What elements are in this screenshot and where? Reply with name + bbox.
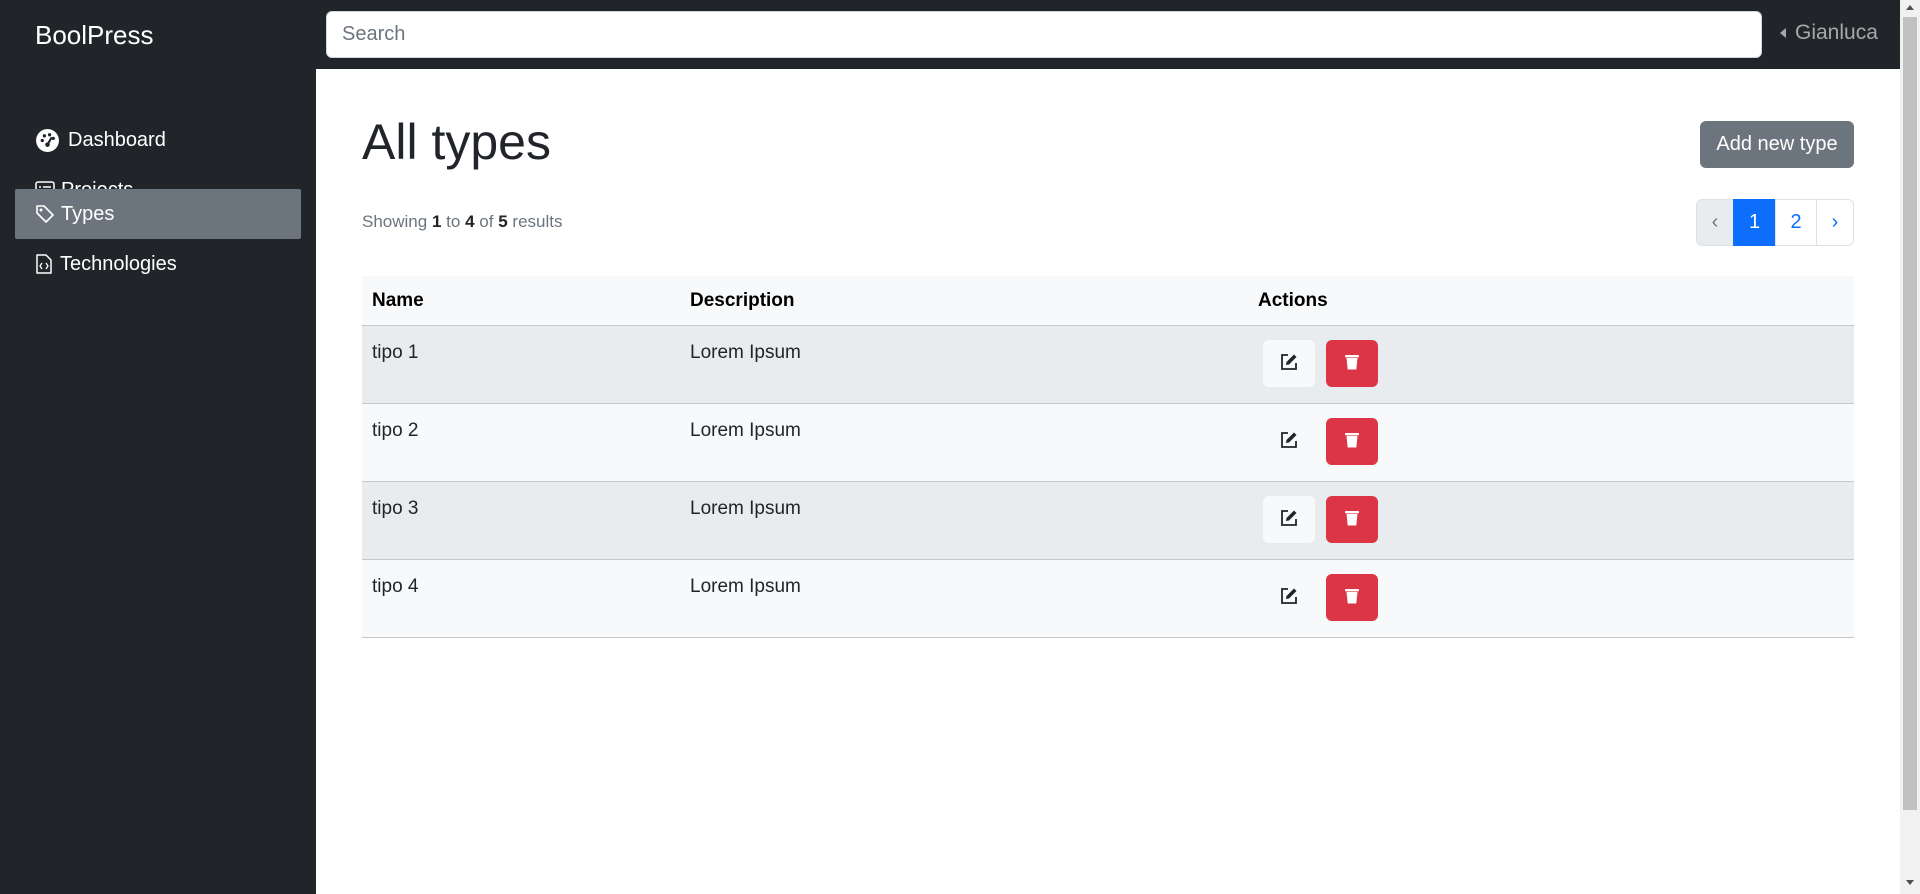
trash-icon (1345, 588, 1359, 607)
table-row: tipo 3 Lorem Ipsum (362, 482, 1854, 560)
table-row: tipo 4 Lorem Ipsum (362, 560, 1854, 638)
page-title: All types (362, 114, 551, 170)
edit-icon (1280, 509, 1298, 530)
table-row: tipo 2 Lorem Ipsum (362, 404, 1854, 482)
edit-button[interactable] (1263, 418, 1315, 465)
edit-icon (1280, 587, 1298, 608)
sidebar: Dashboard Projects Types Technologies (0, 69, 316, 894)
pagination: ‹ 1 2 › (1696, 199, 1854, 246)
edit-icon (1280, 353, 1298, 374)
type-description: Lorem Ipsum (690, 342, 801, 363)
table-row: tipo 1 Lorem Ipsum (362, 326, 1854, 404)
column-header-description: Description (690, 290, 795, 311)
edit-button[interactable] (1263, 340, 1315, 387)
delete-button[interactable] (1326, 574, 1378, 621)
type-name: tipo 2 (372, 420, 419, 441)
scroll-down-arrow-icon[interactable] (1906, 880, 1914, 885)
sidebar-item-dashboard[interactable]: Dashboard (35, 115, 301, 165)
main-content: All types Add new type Showing 1 to 4 of… (316, 69, 1900, 894)
top-navbar: BoolPress Gianluca (0, 0, 1900, 69)
type-name: tipo 3 (372, 498, 419, 519)
type-description: Lorem Ipsum (690, 420, 801, 441)
vertical-scrollbar[interactable] (1900, 0, 1920, 894)
type-description: Lorem Ipsum (690, 576, 801, 597)
sidebar-item-label: Types (61, 202, 115, 225)
pagination-page-2[interactable]: 2 (1775, 199, 1817, 246)
user-dropdown[interactable]: Gianluca (1780, 21, 1878, 45)
user-name: Gianluca (1795, 21, 1878, 44)
sidebar-item-technologies[interactable]: Technologies (15, 239, 301, 289)
pagination-prev-button[interactable]: ‹ (1696, 199, 1734, 246)
caret-left-icon (1780, 28, 1786, 38)
results-summary: Showing 1 to 4 of 5 results (362, 212, 563, 231)
delete-button[interactable] (1326, 418, 1378, 465)
tag-icon (35, 204, 55, 224)
trash-icon (1345, 432, 1359, 451)
type-name: tipo 4 (372, 576, 419, 597)
pagination-next-button[interactable]: › (1816, 199, 1854, 246)
delete-button[interactable] (1326, 340, 1378, 387)
trash-icon (1345, 354, 1359, 373)
code-file-icon (36, 254, 52, 274)
delete-button[interactable] (1326, 496, 1378, 543)
edit-button[interactable] (1263, 496, 1315, 543)
scrollbar-thumb[interactable] (1903, 17, 1917, 810)
edit-button[interactable] (1263, 574, 1315, 621)
type-name: tipo 1 (372, 342, 419, 363)
edit-icon (1280, 431, 1298, 452)
trash-icon (1345, 510, 1359, 529)
table-header: Name Description Actions (362, 276, 1854, 326)
type-description: Lorem Ipsum (690, 498, 801, 519)
brand-logo[interactable]: BoolPress (35, 20, 154, 51)
search-input[interactable] (326, 11, 1762, 58)
dashboard-icon (35, 128, 60, 153)
pagination-page-1[interactable]: 1 (1733, 199, 1776, 246)
sidebar-item-label: Technologies (60, 252, 177, 275)
types-table: Name Description Actions tipo 1 Lorem Ip… (362, 276, 1854, 638)
column-header-actions: Actions (1258, 290, 1328, 311)
sidebar-item-types[interactable]: Types (15, 189, 301, 239)
scroll-up-arrow-icon[interactable] (1906, 5, 1914, 10)
sidebar-item-label: Dashboard (68, 128, 166, 151)
add-new-type-button[interactable]: Add new type (1700, 121, 1854, 168)
column-header-name: Name (372, 290, 424, 311)
